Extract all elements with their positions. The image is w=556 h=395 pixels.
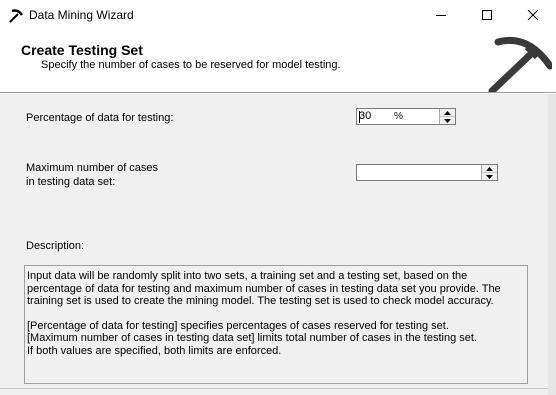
percentage-unit: % [394,111,403,122]
description-textbox[interactable]: Input data will be randomly split into t… [24,265,528,384]
max-cases-increment-button[interactable] [482,165,497,173]
percentage-decrement-button[interactable] [440,117,455,124]
description-line: If both values are specified, both limit… [27,344,282,357]
description-line: [Percentage of data for testing] specifi… [27,319,449,332]
description-label: Description: [26,240,85,252]
description-paragraph: Input data will be randomly split into t… [27,270,501,307]
percentage-label: Percentage of data for testing: [26,112,174,124]
title-bar: Data Mining Wizard [0,0,556,30]
chevron-down-icon [444,119,451,123]
bottom-divider [0,388,548,389]
max-cases-label: Maximum number of cases in testing data … [26,161,158,189]
max-cases-label-line2: in testing data set: [26,176,116,188]
max-cases-label-line1: Maximum number of cases [26,162,159,174]
max-cases-spin-buttons[interactable] [481,165,497,180]
close-button[interactable] [510,0,556,30]
window-title: Data Mining Wizard [29,8,134,22]
max-cases-stepper[interactable] [356,164,498,181]
pickaxe-icon [8,8,24,24]
maximize-button[interactable] [464,0,510,30]
chevron-up-icon [444,111,451,115]
minimize-button[interactable] [418,0,464,30]
page-subtitle: Specify the number of cases to be reserv… [41,59,341,71]
maximize-icon [482,10,492,20]
close-icon [527,9,539,21]
max-cases-decrement-button[interactable] [482,173,497,180]
minimize-icon [436,15,446,16]
percentage-spin-buttons[interactable] [439,109,455,124]
pickaxe-icon [488,36,554,95]
chevron-down-icon [486,175,493,179]
percentage-stepper[interactable]: 30 % [356,108,456,125]
header-divider-highlight [0,93,556,94]
window-scrollbar[interactable] [548,94,556,395]
percentage-value[interactable]: 30 [359,110,371,122]
chevron-up-icon [486,167,493,171]
page-title: Create Testing Set [21,42,143,58]
description-line: [Maximum number of cases in testing data… [27,332,477,344]
percentage-increment-button[interactable] [440,109,455,117]
